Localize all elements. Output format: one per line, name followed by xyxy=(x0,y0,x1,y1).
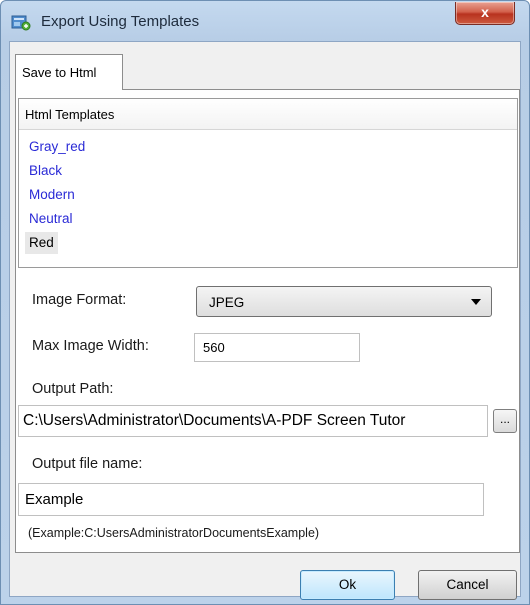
window-title: Export Using Templates xyxy=(41,13,200,30)
tab-label: Save to Html xyxy=(22,65,97,80)
output-path-label: Output Path: xyxy=(32,381,114,397)
max-image-width-input[interactable] xyxy=(194,333,360,362)
output-path-input[interactable] xyxy=(18,405,488,437)
close-button[interactable]: x xyxy=(455,2,515,25)
output-file-name-label: Output file name: xyxy=(32,456,143,472)
dialog-window: Export Using Templates x Save to Html Ht… xyxy=(0,0,530,605)
html-templates-list[interactable]: Html Templates Gray_red Black Modern Neu… xyxy=(18,98,518,268)
template-item-red[interactable]: Red xyxy=(25,232,58,254)
list-header-label: Html Templates xyxy=(25,107,115,122)
tab-save-to-html[interactable]: Save to Html xyxy=(15,54,123,90)
dialog-body: Save to Html Html Templates Gray_red Bla… xyxy=(9,41,521,600)
output-file-name-hint: (Example:C:UsersAdministratorDocumentsEx… xyxy=(28,526,320,540)
title-bar[interactable]: Export Using Templates x xyxy=(1,1,529,41)
list-header: Html Templates xyxy=(19,99,517,130)
image-format-label: Image Format: xyxy=(32,292,127,308)
close-icon: x xyxy=(481,4,489,20)
tab-panel: Html Templates Gray_red Black Modern Neu… xyxy=(15,89,520,553)
template-item-gray-red[interactable]: Gray_red xyxy=(25,136,89,158)
max-image-width-label: Max Image Width: xyxy=(32,338,149,354)
template-item-neutral[interactable]: Neutral xyxy=(25,208,77,230)
cancel-button[interactable]: Cancel xyxy=(418,570,517,600)
ok-button[interactable]: Ok xyxy=(300,570,395,600)
export-templates-icon xyxy=(11,15,31,31)
image-format-select[interactable]: JPEG xyxy=(196,286,492,317)
template-item-modern[interactable]: Modern xyxy=(25,184,79,206)
template-item-black[interactable]: Black xyxy=(25,160,66,182)
output-file-name-input[interactable] xyxy=(18,483,484,516)
browse-button[interactable]: ... xyxy=(493,409,517,433)
chevron-down-icon xyxy=(471,299,481,305)
image-format-value: JPEG xyxy=(209,295,245,310)
